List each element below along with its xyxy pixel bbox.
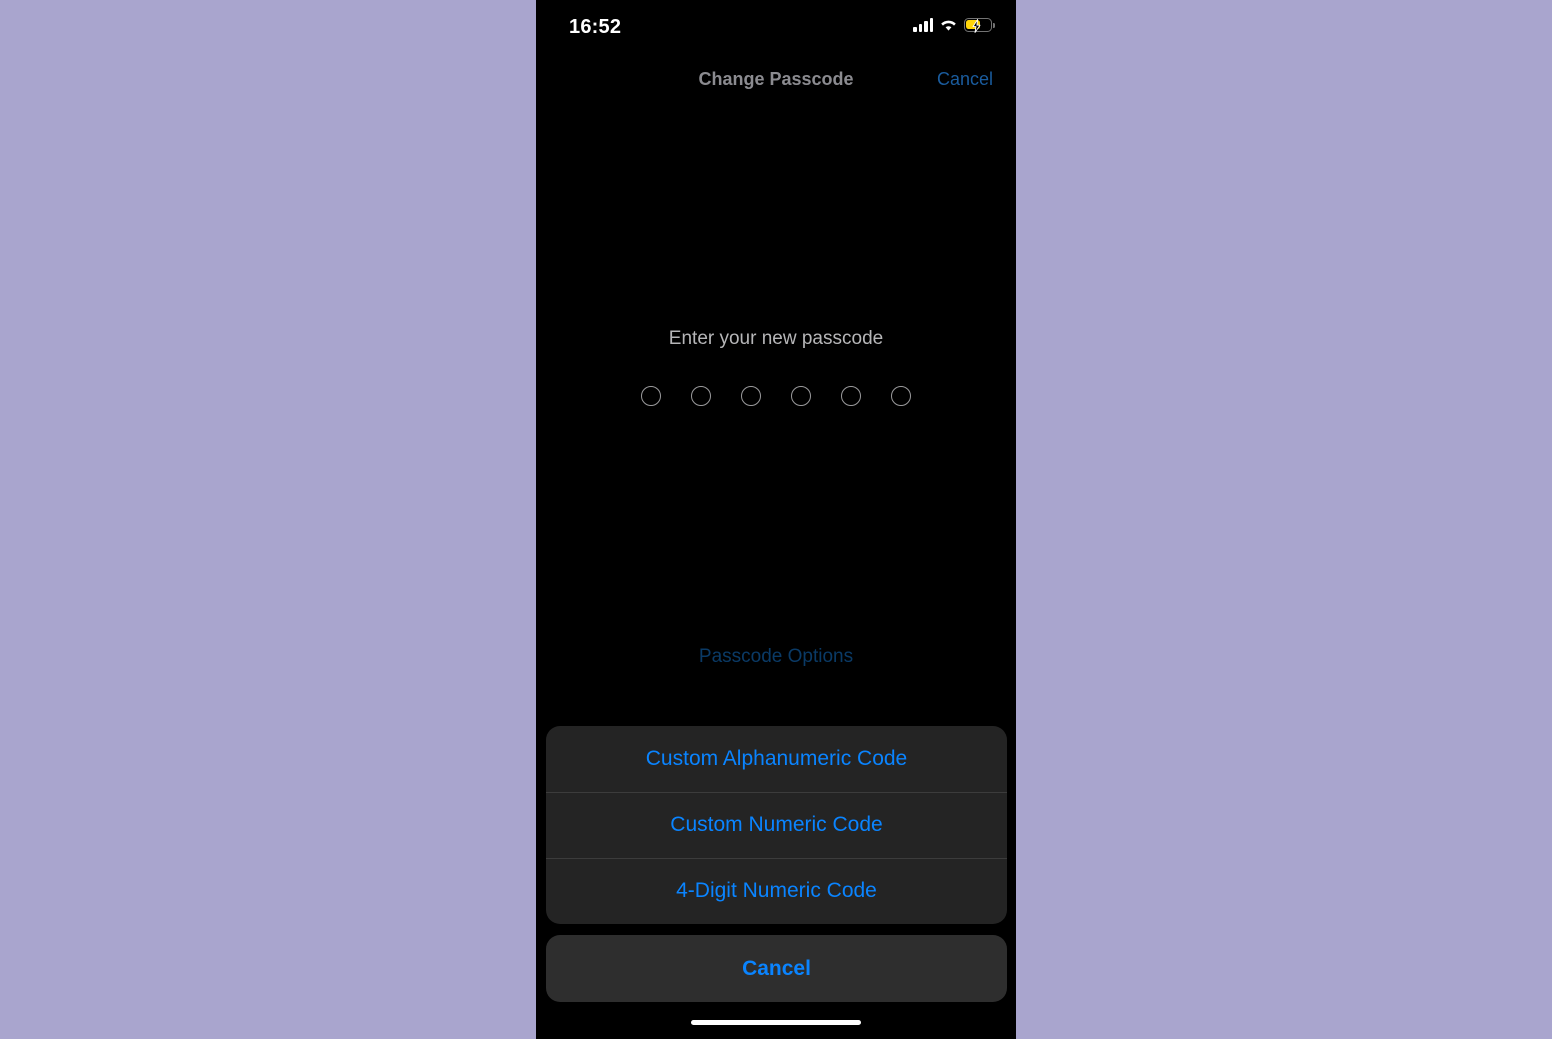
status-bar-indicators xyxy=(913,17,995,33)
action-sheet-option-custom-alphanumeric[interactable]: Custom Alphanumeric Code xyxy=(546,726,1007,792)
passcode-prompt-label: Enter your new passcode xyxy=(668,328,884,349)
battery-charging-icon xyxy=(964,17,995,33)
action-sheet-option-four-digit-numeric[interactable]: 4-Digit Numeric Code xyxy=(546,858,1007,924)
action-sheet-option-custom-numeric[interactable]: Custom Numeric Code xyxy=(546,792,1007,858)
wifi-icon xyxy=(939,17,958,32)
nav-cancel-button[interactable]: Cancel xyxy=(937,69,993,90)
screenshot-canvas: 16:52 Change Passcode Cancel Enter your … xyxy=(0,0,1552,1039)
status-bar-time: 16:52 xyxy=(569,16,622,38)
phone-screen: 16:52 Change Passcode Cancel Enter your … xyxy=(536,0,1016,1039)
passcode-dot xyxy=(741,386,761,406)
passcode-options-link[interactable]: Passcode Options xyxy=(536,646,1016,668)
passcode-options-action-sheet: Custom Alphanumeric Code Custom Numeric … xyxy=(546,726,1007,1002)
passcode-dot xyxy=(891,386,911,406)
passcode-dot xyxy=(791,386,811,406)
cellular-bars-icon xyxy=(913,17,933,32)
passcode-dots xyxy=(536,386,1016,406)
action-sheet-cancel-button[interactable]: Cancel xyxy=(546,935,1007,1002)
status-bar: 16:52 xyxy=(536,0,1016,56)
passcode-dot xyxy=(641,386,661,406)
passcode-dot xyxy=(841,386,861,406)
home-indicator[interactable] xyxy=(691,1020,861,1025)
navigation-bar: Change Passcode Cancel xyxy=(536,60,1016,104)
passcode-dot xyxy=(691,386,711,406)
action-sheet-options-group: Custom Alphanumeric Code Custom Numeric … xyxy=(546,726,1007,924)
